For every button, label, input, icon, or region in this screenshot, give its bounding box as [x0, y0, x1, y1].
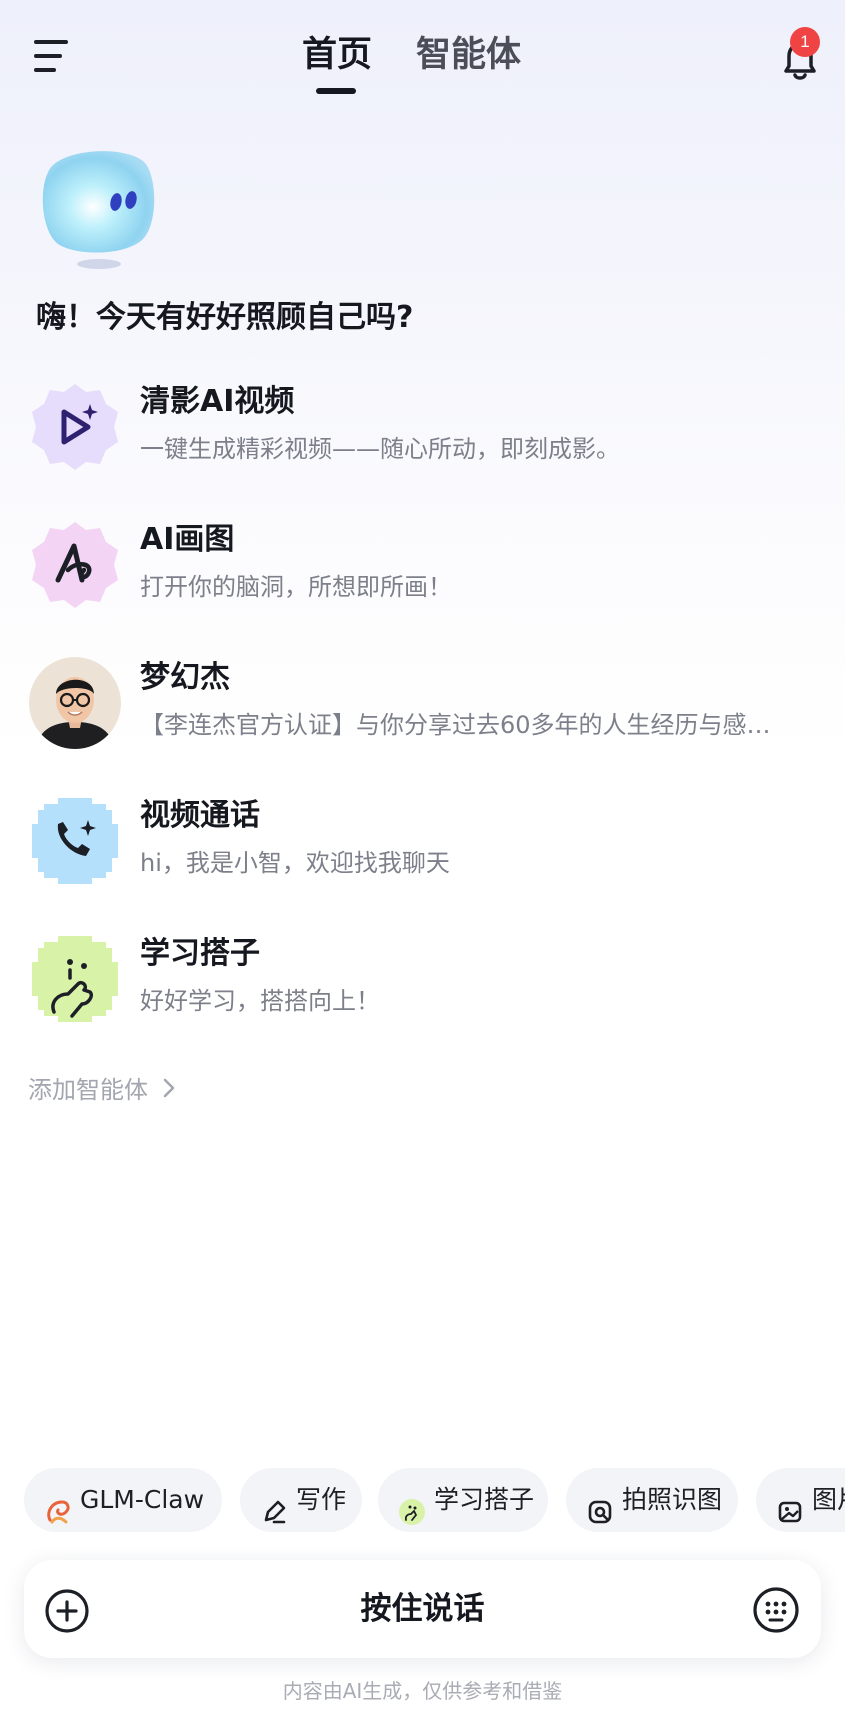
chip-label: 拍照识图 [622, 1485, 723, 1514]
mascot-icon [34, 140, 164, 275]
top-bar: 首页 智能体 1 [0, 0, 845, 120]
agent-description: 【李连杰官方认证】与你分享过去60多年的人生经历与感… [140, 711, 771, 739]
chip-glm-claw[interactable]: GLM-Claw [24, 1468, 222, 1532]
agent-item-ai-drawing[interactable]: AI画图 打开你的脑洞，所想即所画！ [0, 518, 845, 638]
add-agent-label: 添加智能体 [28, 1076, 148, 1104]
hold-to-talk-button[interactable]: 按住说话 [24, 1560, 821, 1658]
agent-item-study-buddy[interactable]: 学习搭子 好好学习，搭搭向上！ [0, 932, 845, 1052]
claw-icon [44, 1486, 72, 1524]
person-avatar [28, 656, 122, 750]
active-tab-indicator [316, 88, 356, 94]
tab-bar: 首页 智能体 [0, 30, 845, 100]
agent-description: 一键生成精彩视频——随心所动，即刻成影。 [140, 435, 620, 463]
chip-label: 图片 [812, 1485, 845, 1514]
agent-description: hi，我是小智，欢迎找我聊天 [140, 849, 450, 877]
greeting-text: 嗨！今天有好好照顾自己吗? [36, 300, 414, 335]
image-icon [776, 1486, 804, 1523]
chip-image[interactable]: 图片 [756, 1468, 845, 1532]
video-play-sparkle-icon [28, 380, 122, 474]
pen-icon [260, 1486, 288, 1524]
agent-name: AI画图 [140, 522, 235, 557]
chip-writing[interactable]: 写作 [240, 1468, 362, 1532]
agent-name: 梦幻杰 [140, 660, 230, 695]
study-buddy-icon [398, 1486, 426, 1525]
plus-circle-icon[interactable] [44, 1588, 90, 1634]
agent-name: 视频通话 [140, 798, 260, 833]
agent-item-menghuanjie[interactable]: 梦幻杰 【李连杰官方认证】与你分享过去60多年的人生经历与感… [0, 656, 845, 776]
tab-agents[interactable]: 智能体 [416, 30, 521, 80]
chip-label: 写作 [296, 1485, 347, 1514]
chip-label: GLM-Claw [80, 1485, 205, 1514]
agent-name: 学习搭子 [140, 936, 260, 971]
ai-disclaimer: 内容由AI生成，仅供参考和借鉴 [282, 1679, 563, 1703]
agent-name: 清影AI视频 [140, 384, 295, 419]
chip-photo-recognition[interactable]: 拍照识图 [566, 1468, 738, 1532]
chip-label: 学习搭子 [434, 1485, 535, 1514]
keyboard-icon[interactable] [752, 1586, 800, 1634]
chip-study-buddy[interactable]: 学习搭子 [378, 1468, 548, 1532]
study-buddy-icon [28, 932, 122, 1026]
voice-input-bar: 按住说话 [24, 1560, 821, 1658]
phone-sparkle-icon [28, 794, 122, 888]
agent-item-video-call[interactable]: 视频通话 hi，我是小智，欢迎找我聊天 [0, 794, 845, 914]
tab-home[interactable]: 首页 [302, 30, 372, 80]
drawing-pen-icon [28, 518, 122, 612]
camera-scan-icon [586, 1486, 614, 1524]
agent-description: 好好学习，搭搭向上！ [140, 987, 380, 1015]
agent-item-qingying-video[interactable]: 清影AI视频 一键生成精彩视频——随心所动，即刻成影。 [0, 380, 845, 500]
add-agent-link[interactable]: 添加智能体 [28, 1072, 176, 1109]
quick-action-chips: GLM-Claw 写作 学习搭子 拍照识图 图 [0, 1468, 845, 1532]
notification-badge: 1 [790, 27, 820, 57]
agent-description: 打开你的脑洞，所想即所画！ [140, 573, 452, 601]
chevron-right-icon [162, 1073, 176, 1109]
